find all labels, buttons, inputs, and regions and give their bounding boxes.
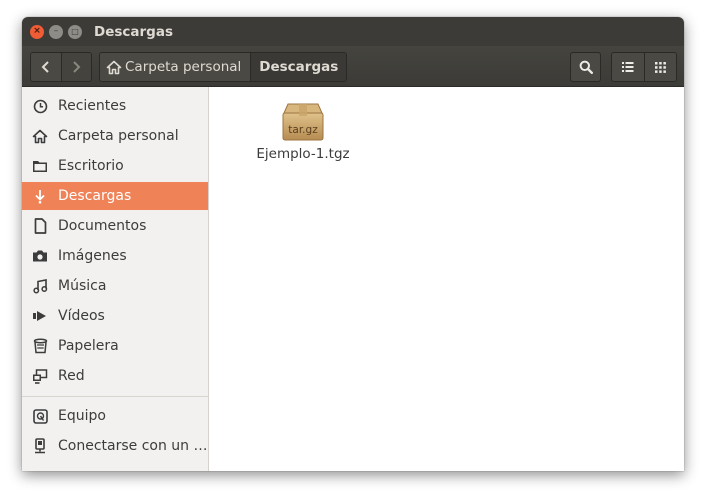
- chevron-right-icon: [73, 61, 81, 73]
- breadcrumb-home-label: Carpeta personal: [125, 59, 242, 75]
- sidebar-separator: [22, 396, 208, 397]
- sidebar-item-imagenes[interactable]: Imágenes: [22, 242, 208, 270]
- sidebar-item-label: Descargas: [58, 188, 132, 204]
- sidebar-item-label: Documentos: [58, 218, 147, 234]
- navigation-buttons: [30, 52, 92, 82]
- places-sidebar: Recientes Carpeta personal Escritorio De…: [22, 87, 209, 471]
- document-icon: [32, 218, 48, 234]
- sidebar-item-musica[interactable]: Música: [22, 272, 208, 300]
- grid-view-icon: [654, 61, 666, 73]
- archive-type-label: tar.gz: [288, 124, 318, 136]
- title-bar[interactable]: × – □ Descargas: [22, 17, 684, 46]
- home-icon: [32, 128, 48, 144]
- sidebar-item-label: Recientes: [58, 98, 127, 114]
- home-icon: [106, 60, 122, 75]
- file-view[interactable]: tar.gz Ejemplo-1.tgz: [215, 87, 684, 471]
- window-title: Descargas: [94, 23, 173, 40]
- forward-button[interactable]: [60, 53, 91, 81]
- music-icon: [32, 278, 48, 294]
- breadcrumb-home[interactable]: Carpeta personal: [100, 53, 251, 81]
- drive-icon: [32, 408, 48, 424]
- sidebar-item-label: Conectarse con un …: [58, 438, 208, 454]
- sidebar-item-label: Música: [58, 278, 107, 294]
- back-button[interactable]: [31, 53, 61, 81]
- network-icon: [32, 368, 48, 384]
- archive-icon: tar.gz: [282, 103, 324, 141]
- close-button[interactable]: ×: [30, 24, 44, 39]
- sidebar-item-label: Escritorio: [58, 158, 124, 174]
- search-button[interactable]: [570, 52, 601, 82]
- sidebar-item-label: Vídeos: [58, 308, 105, 324]
- sidebar-item-red[interactable]: Red: [22, 362, 208, 390]
- trash-icon: [32, 338, 48, 354]
- breadcrumb-current-label: Descargas: [259, 59, 339, 75]
- view-mode-buttons: [611, 52, 677, 82]
- sidebar-item-label: Imágenes: [58, 248, 127, 264]
- search-icon: [579, 60, 593, 74]
- minimize-icon: –: [53, 26, 59, 36]
- folder-icon: [32, 158, 48, 174]
- grid-view-button[interactable]: [643, 53, 676, 81]
- chevron-left-icon: [41, 61, 49, 73]
- server-icon: [32, 438, 48, 454]
- sidebar-item-equipo[interactable]: Equipo: [22, 402, 208, 430]
- sidebar-item-recientes[interactable]: Recientes: [22, 92, 208, 120]
- sidebar-item-escritorio[interactable]: Escritorio: [22, 152, 208, 180]
- maximize-button[interactable]: □: [68, 24, 82, 39]
- sidebar-item-documentos[interactable]: Documentos: [22, 212, 208, 240]
- list-view-icon: [621, 62, 634, 72]
- minimize-button[interactable]: –: [49, 24, 63, 39]
- list-view-button[interactable]: [612, 53, 644, 81]
- sidebar-item-papelera[interactable]: Papelera: [22, 332, 208, 360]
- sidebar-item-descargas[interactable]: Descargas: [22, 182, 208, 210]
- sidebar-item-conectarse-con-un-servidor[interactable]: Conectarse con un …: [22, 432, 208, 460]
- sidebar-item-label: Red: [58, 368, 85, 384]
- camera-icon: [32, 248, 48, 264]
- download-icon: [32, 188, 48, 204]
- sidebar-item-label: Papelera: [58, 338, 119, 354]
- file-item[interactable]: tar.gz Ejemplo-1.tgz: [248, 101, 358, 162]
- close-icon: ×: [33, 26, 41, 36]
- breadcrumb-current[interactable]: Descargas: [250, 53, 347, 81]
- video-icon: [32, 308, 48, 324]
- sidebar-item-label: Equipo: [58, 408, 106, 424]
- file-name: Ejemplo-1.tgz: [256, 146, 350, 162]
- breadcrumb: Carpeta personal Descargas: [99, 52, 348, 82]
- maximize-icon: □: [71, 26, 79, 36]
- file-manager-window: × – □ Descargas Carpeta personal Descarg…: [22, 17, 684, 471]
- sidebar-item-carpeta-personal[interactable]: Carpeta personal: [22, 122, 208, 150]
- sidebar-item-videos[interactable]: Vídeos: [22, 302, 208, 330]
- clock-icon: [32, 98, 48, 114]
- sidebar-item-label: Carpeta personal: [58, 128, 179, 144]
- header-toolbar: Carpeta personal Descargas: [22, 46, 684, 87]
